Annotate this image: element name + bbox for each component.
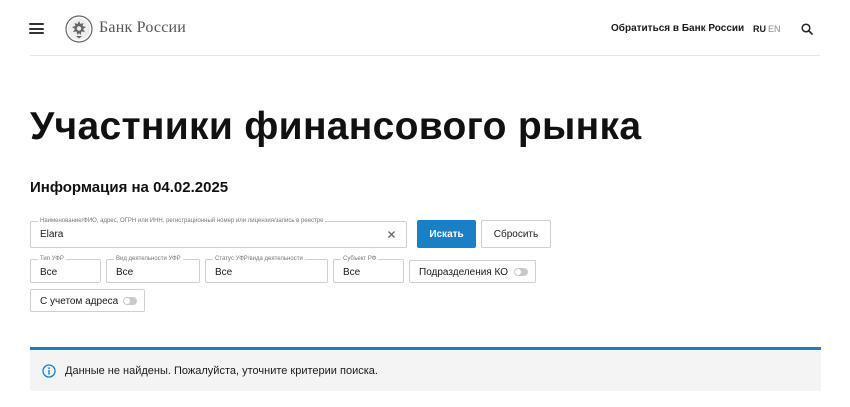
search-input[interactable] <box>40 229 370 240</box>
alert-text: Данные не найдены. Пожалуйста, уточните … <box>65 365 378 377</box>
filter-label: Статус УФР/вида деятельности <box>213 255 305 264</box>
filter-label: Тип УФР <box>38 255 66 264</box>
filter-ufr-type[interactable]: Тип УФР Все <box>30 255 101 283</box>
info-date: Информация на 04.02.2025 <box>30 179 229 196</box>
page-title: Участники финансового рынка <box>30 105 642 148</box>
lang-en-link[interactable]: EN <box>768 24 781 34</box>
filter-status[interactable]: Статус УФР/вида деятельности Все <box>205 255 328 283</box>
filter-activity-type[interactable]: Вид деятельности УФР Все <box>106 255 200 283</box>
contact-bank-link[interactable]: Обратиться в Банк России <box>611 23 744 34</box>
logo-text[interactable]: Банк России <box>99 19 186 37</box>
header-divider <box>30 55 820 56</box>
bank-emblem-icon[interactable] <box>65 15 93 43</box>
address-toggle-label: С учетом адреса <box>40 296 119 307</box>
search-button[interactable]: Искать <box>417 220 476 248</box>
site-header: Банк России Обратиться в Банк России RU … <box>0 0 850 56</box>
filter-value: Все <box>343 267 361 278</box>
filter-value: Все <box>215 267 233 278</box>
subdivisions-toggle-label: Подразделения КО <box>419 267 508 278</box>
no-results-alert: Данные не найдены. Пожалуйста, уточните … <box>30 347 821 391</box>
filter-label: Субъект РФ <box>341 255 379 264</box>
subdivisions-toggle[interactable]: Подразделения КО <box>409 260 536 283</box>
info-icon <box>42 364 56 378</box>
filter-value: Все <box>40 267 58 278</box>
toggle-switch-icon[interactable] <box>123 297 137 305</box>
lang-ru-link[interactable]: RU <box>753 24 766 34</box>
address-toggle[interactable]: С учетом адреса <box>30 289 145 312</box>
reset-button[interactable]: Сбросить <box>481 220 551 248</box>
filter-region[interactable]: Субъект РФ Все <box>333 255 404 283</box>
search-field-label: Наименование/ФИО, адрес, ОГРН или ИНН, р… <box>38 217 326 226</box>
filter-label: Вид деятельности УФР <box>114 255 183 264</box>
search-icon[interactable] <box>801 23 813 35</box>
menu-icon[interactable] <box>29 23 44 34</box>
filter-value: Все <box>116 267 134 278</box>
toggle-switch-icon[interactable] <box>514 268 528 276</box>
search-field[interactable]: Наименование/ФИО, адрес, ОГРН или ИНН, р… <box>30 217 407 248</box>
clear-icon[interactable] <box>387 230 396 239</box>
